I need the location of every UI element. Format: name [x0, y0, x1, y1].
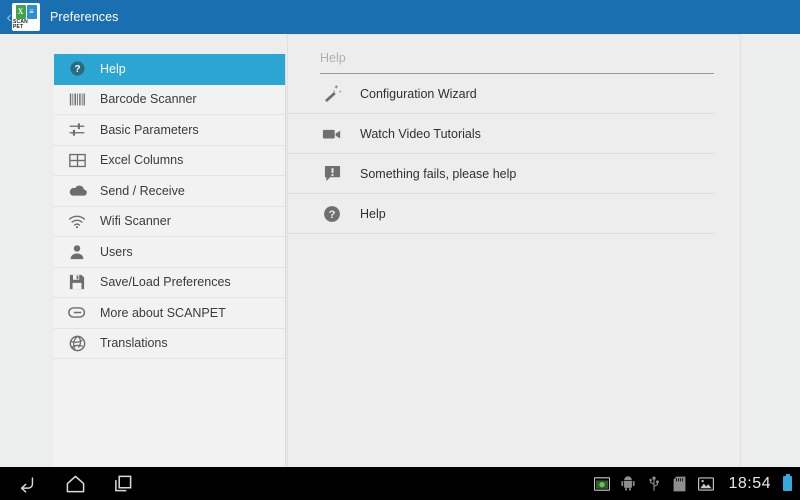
preferences-content-panel: Help Configuration Wizard Watch Video Tu…	[288, 35, 740, 467]
screenshot-icon[interactable]	[593, 475, 610, 492]
sidebar-item-label: Help	[100, 61, 126, 76]
status-icons-tray: 18:54	[593, 474, 800, 493]
video-camera-icon	[320, 122, 344, 146]
wifi-icon	[66, 210, 88, 232]
magic-wand-icon	[320, 82, 344, 106]
content-section-header: Help	[320, 51, 346, 65]
app-logo-sheet-green: X	[15, 4, 26, 19]
back-icon[interactable]	[14, 471, 40, 497]
pref-item-label: Watch Video Tutorials	[360, 126, 481, 141]
sidebar-item-barcode-scanner[interactable]: Barcode Scanner	[54, 85, 285, 115]
sliders-icon	[66, 119, 88, 141]
home-icon[interactable]	[62, 471, 88, 497]
image-gallery-icon[interactable]	[697, 475, 714, 492]
sidebar-item-label: Wifi Scanner	[100, 214, 171, 229]
sidebar-item-label: Translations	[100, 336, 168, 351]
sidebar-item-label: Basic Parameters	[100, 122, 199, 137]
help-options-list: Configuration Wizard Watch Video Tutoria…	[288, 74, 740, 234]
sidebar-item-save-load-preferences[interactable]: Save/Load Preferences	[54, 268, 285, 298]
sidebar-item-label: Users	[100, 244, 133, 259]
sidebar-item-translations[interactable]: Translations	[54, 329, 285, 359]
battery-icon[interactable]	[783, 474, 792, 491]
pref-item-help[interactable]: ? Help	[288, 194, 714, 234]
help-circle-icon: ?	[66, 58, 88, 80]
preferences-sidebar: ? Help Barcode Scanner Basic Parameters …	[54, 54, 286, 467]
svg-text:?: ?	[74, 64, 80, 75]
message-alert-icon	[320, 162, 344, 186]
pref-item-configuration-wizard[interactable]: Configuration Wizard	[288, 74, 714, 114]
sidebar-item-label: Barcode Scanner	[100, 92, 197, 107]
pref-item-label: Something fails, please help	[360, 166, 517, 181]
recent-apps-icon[interactable]	[110, 471, 136, 497]
sidebar-item-more-about-scanpet[interactable]: More about SCANPET	[54, 298, 285, 329]
system-nav-buttons	[0, 471, 136, 497]
sidebar-item-send-receive[interactable]: Send / Receive	[54, 176, 285, 207]
sidebar-item-help[interactable]: ? Help	[54, 54, 285, 85]
svg-text:?: ?	[329, 209, 336, 221]
globe-icon	[66, 332, 88, 354]
sidebar-item-label: More about SCANPET	[100, 305, 226, 320]
tablet-screen: ‹ X ≡ SCAN PET Preferences ? Help Barcod…	[0, 0, 800, 500]
paperclip-icon	[66, 302, 88, 324]
table-grid-icon	[66, 149, 88, 171]
action-bar: ‹ X ≡ SCAN PET Preferences	[0, 0, 800, 34]
app-logo-caption: SCAN PET	[13, 18, 28, 30]
sidebar-item-label: Excel Columns	[100, 153, 184, 168]
sd-card-icon[interactable]	[671, 475, 688, 492]
sidebar-item-label: Send / Receive	[100, 183, 185, 198]
barcode-icon	[66, 88, 88, 110]
floppy-disk-icon	[66, 271, 88, 293]
app-logo-sheet-blue: ≡	[26, 4, 37, 19]
pref-item-label: Configuration Wizard	[360, 86, 477, 101]
app-logo-sheets: X ≡	[15, 4, 37, 19]
pref-item-something-fails[interactable]: Something fails, please help	[288, 154, 714, 194]
pref-item-watch-video-tutorials[interactable]: Watch Video Tutorials	[288, 114, 714, 154]
cloud-icon	[66, 180, 88, 202]
usb-icon[interactable]	[645, 475, 662, 492]
sidebar-item-label: Save/Load Preferences	[100, 275, 231, 290]
help-circle-icon: ?	[320, 202, 344, 226]
sidebar-item-excel-columns[interactable]: Excel Columns	[54, 146, 285, 176]
sidebar-item-wifi-scanner[interactable]: Wifi Scanner	[54, 207, 285, 237]
pref-item-label: Help	[360, 206, 386, 221]
person-icon	[66, 241, 88, 263]
system-navigation-bar: 18:54	[0, 467, 800, 500]
android-robot-icon[interactable]	[619, 475, 636, 492]
sidebar-item-basic-parameters[interactable]: Basic Parameters	[54, 115, 285, 146]
app-logo-icon[interactable]: X ≡ SCAN PET	[12, 3, 40, 31]
page-title: Preferences	[50, 10, 119, 24]
sidebar-item-users[interactable]: Users	[54, 237, 285, 268]
status-clock[interactable]: 18:54	[728, 475, 771, 493]
